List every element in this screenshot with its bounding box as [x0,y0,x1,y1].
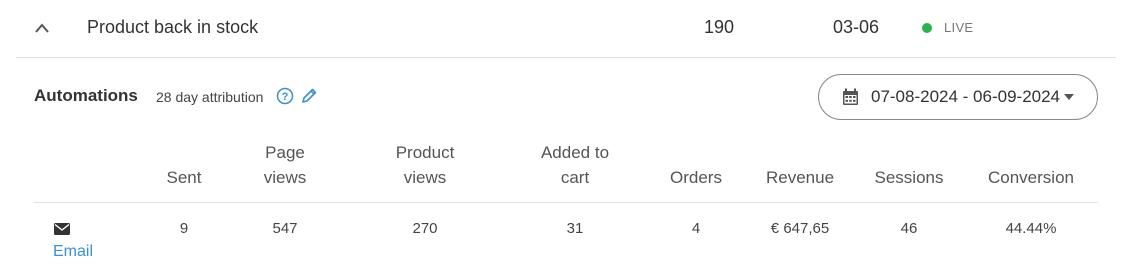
header-sessions: Sessions [874,168,944,187]
date-range-picker[interactable]: 07-08-2024 - 06-09-2024 [818,74,1098,120]
cell-sent: 9 [179,220,189,237]
channel-email-link[interactable]: Email [53,243,93,261]
cell-product-views: 270 [412,220,438,237]
automation-panel: Product back in stock 190 03-06 LIVE Aut… [0,0,1138,280]
attribution-label: 28 day attribution [156,89,264,105]
automation-date: 03-06 [833,17,880,37]
cell-page-views: 547 [272,220,298,237]
automation-count: 190 [704,17,735,37]
envelope-icon [54,223,70,235]
status-badge: LIVE [922,20,973,35]
cell-conversion: 44.44% [1005,220,1057,237]
header-sent: Sent [166,168,202,187]
help-icon[interactable]: ? [276,87,294,105]
cell-orders: 4 [691,220,701,237]
header-page-views: Page views [263,143,307,187]
automation-name: Product back in stock [87,17,259,37]
date-range-text: 07-08-2024 - 06-09-2024 [870,87,1061,106]
cell-added-to-cart: 31 [566,220,584,237]
svg-text:?: ? [282,91,289,103]
header-conversion: Conversion [988,168,1074,187]
table-header: Sent Page views Product views Added to cart… [34,136,1098,203]
cell-sessions: 46 [900,220,918,237]
header-product-views: Product views [395,143,455,187]
live-dot-icon [922,22,932,33]
calendar-icon [842,88,858,105]
pencil-icon[interactable] [300,87,318,105]
section-title: Automations [34,86,138,105]
header-added-to-cart: Added to cart [540,143,610,187]
header-orders: Orders [670,168,722,187]
automation-row[interactable]: Product back in stock 190 03-06 LIVE [16,0,1116,58]
chevron-up-icon[interactable] [34,22,50,34]
caret-down-icon [1064,94,1075,100]
table-row: Email 9 547 270 31 4 € 647,65 46 44.44% [34,203,1098,273]
status-text: LIVE [944,20,974,35]
header-revenue: Revenue [765,168,835,187]
cell-revenue: € 647,65 [770,220,830,237]
